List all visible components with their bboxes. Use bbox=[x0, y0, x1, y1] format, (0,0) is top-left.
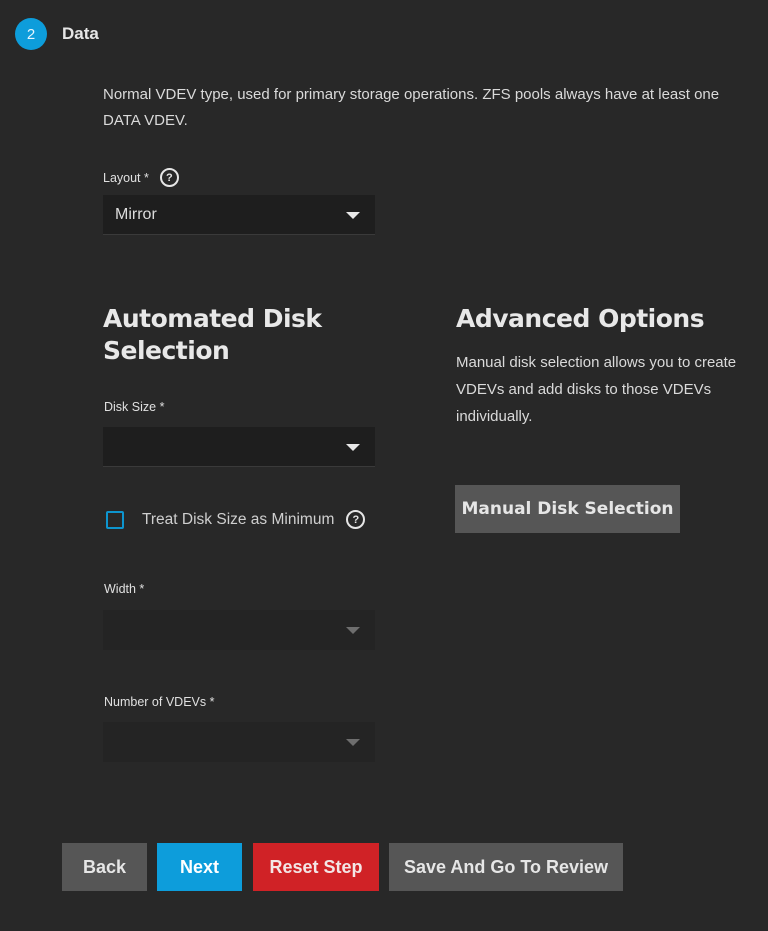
layout-select-value: Mirror bbox=[115, 205, 157, 223]
help-icon[interactable]: ? bbox=[159, 168, 179, 187]
disk-size-label: Disk Size * bbox=[104, 400, 165, 414]
advanced-description: Manual disk selection allows you to crea… bbox=[456, 354, 737, 425]
back-button[interactable]: Back bbox=[62, 843, 147, 891]
layout-select[interactable]: Mirror bbox=[103, 195, 375, 235]
layout-label: Layout * bbox=[103, 170, 149, 185]
treat-disk-size-minimum-checkbox[interactable] bbox=[106, 510, 124, 529]
next-button[interactable]: Next bbox=[157, 843, 242, 891]
step-description: Normal VDEV type, used for primary stora… bbox=[103, 86, 720, 129]
advanced-section-title: Advanced Options bbox=[456, 304, 705, 333]
dropdown-arrow-icon bbox=[346, 211, 360, 219]
step-header: 2 Data bbox=[15, 18, 99, 50]
automated-section-title: Automated Disk Selection bbox=[103, 304, 322, 365]
layout-label-row: Layout * ? bbox=[103, 168, 179, 187]
number-of-vdevs-label: Number of VDEVs * bbox=[104, 695, 215, 709]
width-select[interactable] bbox=[103, 610, 375, 650]
save-and-go-to-review-button[interactable]: Save And Go To Review bbox=[389, 843, 623, 891]
reset-step-button[interactable]: Reset Step bbox=[253, 843, 379, 891]
manual-disk-selection-button[interactable]: Manual Disk Selection bbox=[455, 485, 680, 533]
dropdown-arrow-icon bbox=[346, 627, 360, 634]
dropdown-arrow-icon bbox=[346, 443, 360, 451]
number-of-vdevs-select[interactable] bbox=[103, 722, 375, 762]
dropdown-arrow-icon bbox=[346, 739, 360, 746]
help-icon[interactable]: ? bbox=[346, 510, 366, 529]
treat-disk-size-minimum-row: Treat Disk Size as Minimum ? bbox=[106, 510, 366, 529]
disk-size-select[interactable] bbox=[103, 427, 375, 467]
step-number-badge: 2 bbox=[15, 18, 47, 50]
width-label: Width * bbox=[104, 582, 145, 596]
step-title: Data bbox=[62, 24, 99, 43]
treat-disk-size-minimum-label[interactable]: Treat Disk Size as Minimum bbox=[142, 511, 334, 529]
